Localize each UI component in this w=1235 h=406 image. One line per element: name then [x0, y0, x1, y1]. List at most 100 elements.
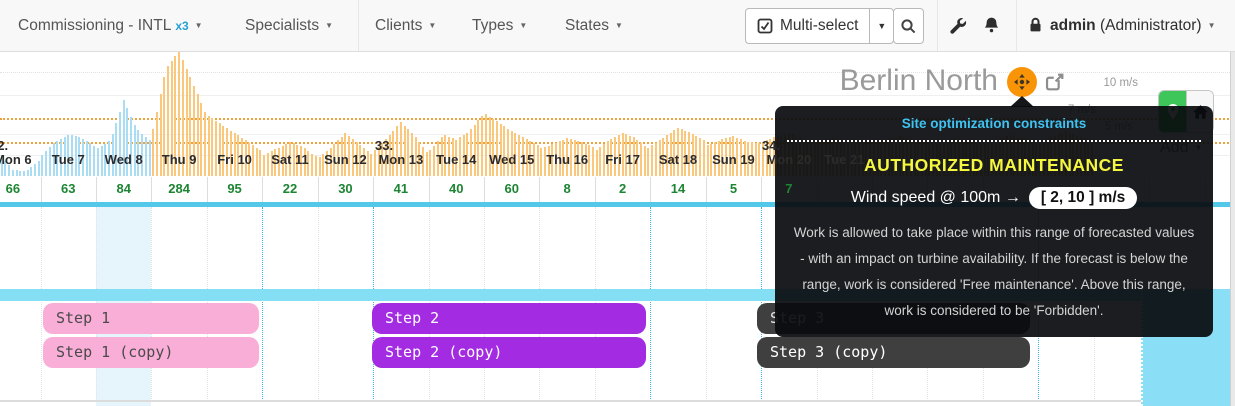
day-boundary-line	[706, 207, 707, 401]
site-title: Berlin North	[840, 64, 998, 98]
day-label: Tue 14	[428, 152, 484, 167]
day-count: 284	[151, 181, 207, 196]
day-label: Sun 19	[705, 152, 761, 167]
navbar: Commissioning - INTL x3 ▼ Specialists▼ Cli…	[0, 0, 1235, 52]
weekend-boundary-line	[262, 207, 263, 401]
chevron-down-icon: ▼	[428, 0, 436, 51]
week-number-label: 33.	[375, 138, 393, 153]
gantt-step-bar[interactable]: Step 2	[372, 303, 646, 334]
day-label: Thu 16	[539, 152, 595, 167]
histogram-bar	[23, 171, 25, 176]
histogram-bar	[489, 117, 491, 176]
histogram-bar	[30, 167, 32, 176]
day-count: 41	[373, 181, 429, 196]
notifications-button[interactable]	[983, 16, 1000, 36]
nav-types-menu[interactable]: Types ▼	[472, 0, 527, 51]
histogram-bar	[115, 123, 117, 176]
gantt-step-bar[interactable]: Step 2 (copy)	[372, 337, 646, 368]
nav-divider	[937, 0, 938, 51]
day-label: Fri 17	[595, 152, 651, 167]
multi-select-label: Multi-select	[780, 17, 858, 35]
day-count: 7	[761, 181, 817, 196]
nav-label: Types	[472, 17, 513, 34]
gantt-step-bar[interactable]: Step 3 (copy)	[757, 337, 1030, 368]
multi-select-button[interactable]: Multi-select	[746, 9, 869, 43]
search-icon	[900, 18, 917, 35]
constraint-label: Wind speed @ 100m →	[851, 189, 1021, 206]
move-crosshair-icon	[1013, 73, 1031, 91]
multi-select-caret-button[interactable]: ▼	[869, 9, 893, 43]
wrench-icon	[948, 16, 967, 35]
lock-icon	[1028, 17, 1043, 33]
histogram-bar	[27, 170, 29, 176]
constraints-tooltip: Site optimization constraints AUTHORIZED…	[775, 106, 1213, 337]
gantt-step-bar[interactable]: Step 1	[43, 303, 259, 334]
nav-states-menu[interactable]: States▼	[565, 0, 623, 51]
constraint-value-pill: [ 2, 10 ] m/s	[1029, 187, 1137, 209]
histogram-bar	[400, 122, 402, 176]
histogram-bar	[219, 123, 221, 176]
histogram-bar	[16, 170, 18, 176]
nav-specialists-menu[interactable]: Specialists▼	[245, 0, 333, 51]
project-count-badge: x3	[175, 19, 188, 33]
day-boundary-line	[318, 207, 319, 401]
day-count: 40	[428, 181, 484, 196]
day-count: 63	[40, 181, 96, 196]
settings-button[interactable]	[948, 16, 967, 36]
nav-divider	[358, 0, 359, 51]
bell-icon	[983, 16, 1000, 34]
nav-clients-menu[interactable]: Clients ▼	[375, 0, 436, 51]
histogram-bar	[477, 120, 479, 176]
weekend-boundary-line	[650, 207, 651, 401]
site-constraints-button[interactable]	[1007, 67, 1037, 97]
chevron-down-icon: ▼	[877, 21, 886, 31]
chevron-down-icon: ▼	[1208, 0, 1216, 51]
gantt-step-bar[interactable]: Step 1 (copy)	[43, 337, 259, 368]
day-count: 66	[0, 181, 41, 196]
share-icon[interactable]	[1044, 71, 1066, 93]
axis-label-10ms: 10 m/s	[1103, 77, 1138, 89]
day-label: Sat 11	[262, 152, 318, 167]
histogram-bar	[215, 121, 217, 176]
nav-label: Clients	[375, 17, 422, 34]
day-count: 22	[262, 181, 318, 196]
user-name: admin	[1050, 17, 1096, 34]
gantt-row-divider	[0, 400, 1141, 402]
histogram-bar	[222, 126, 224, 176]
day-label: Sat 18	[650, 152, 706, 167]
day-count: 60	[484, 181, 540, 196]
user-menu[interactable]: admin (Administrator)▼	[1028, 0, 1216, 51]
nav-divider	[1016, 0, 1017, 51]
project-label: Commissioning - INTL	[18, 17, 171, 34]
day-count: 5	[705, 181, 761, 196]
app-root: Commissioning - INTL x3 ▼ Specialists▼ Cli…	[0, 0, 1235, 406]
day-count: 8	[539, 181, 595, 196]
day-count: 30	[317, 181, 373, 196]
day-label: Sun 12	[317, 152, 373, 167]
histogram-bar	[130, 117, 132, 176]
day-label: Mon 13	[373, 152, 429, 167]
tooltip-title: Site optimization constraints	[775, 116, 1213, 131]
search-button[interactable]	[893, 8, 924, 44]
day-count: 2	[595, 181, 651, 196]
chevron-down-icon: ▼	[615, 0, 623, 51]
histogram-bar	[134, 125, 136, 176]
chevron-down-icon: ▼	[325, 0, 333, 51]
day-label: Wed 8	[96, 152, 152, 167]
day-label: Tue 21	[816, 152, 872, 167]
chevron-down-icon: ▼	[519, 0, 527, 51]
chevron-down-icon: ▼	[195, 0, 203, 51]
day-label: Tue 7	[40, 152, 96, 167]
tooltip-constraint-row: Wind speed @ 100m → [ 2, 10 ] m/s	[775, 187, 1213, 209]
histogram-bar	[492, 119, 494, 176]
day-boundary-line	[41, 207, 42, 401]
tooltip-body-text: Work is allowed to take place within thi…	[791, 220, 1197, 324]
day-label: Wed 15	[484, 152, 540, 167]
histogram-bar	[12, 170, 14, 176]
nav-project-menu[interactable]: Commissioning - INTL x3 ▼	[18, 0, 203, 51]
scrollbar-track[interactable]	[1230, 52, 1235, 406]
tooltip-separator	[787, 140, 1201, 142]
day-label: Thu 9	[151, 152, 207, 167]
day-label: Mon 20	[761, 152, 817, 167]
checkbox-checked-icon	[757, 18, 773, 34]
